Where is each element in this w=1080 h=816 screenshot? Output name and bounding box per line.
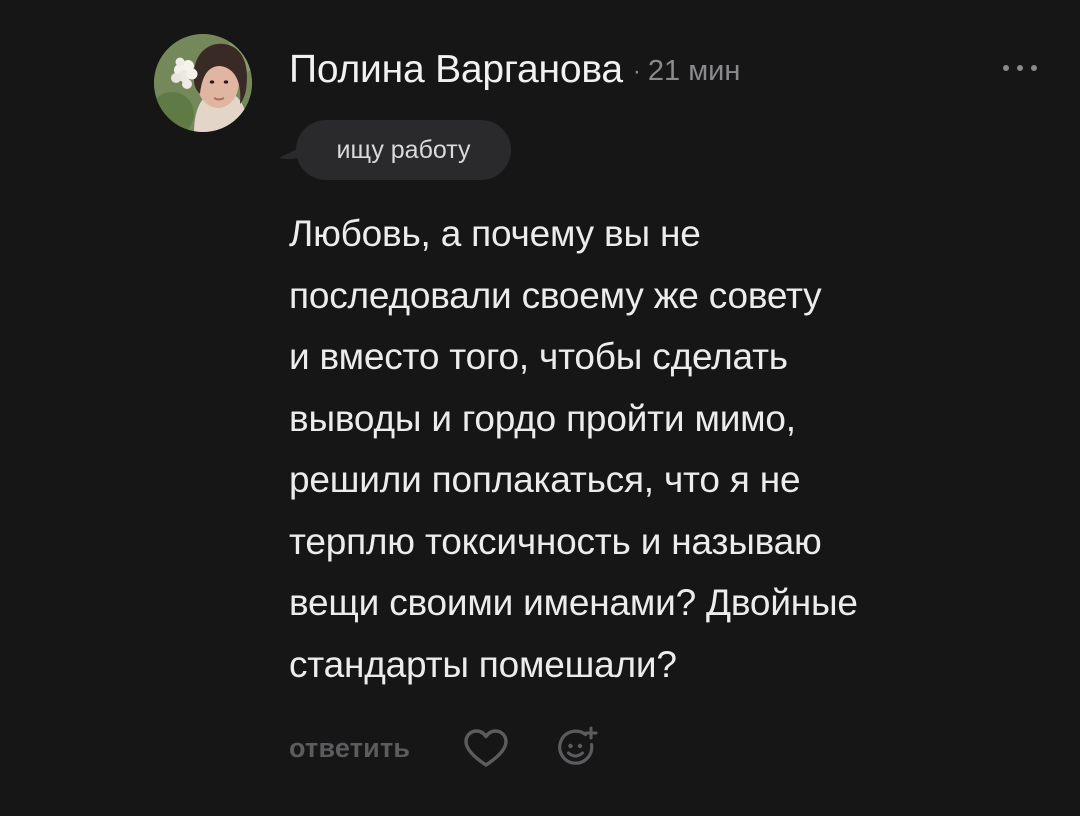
reply-button[interactable]: ответить xyxy=(289,733,410,764)
like-button[interactable] xyxy=(460,726,512,770)
timestamp: 21 мин xyxy=(647,54,741,87)
avatar[interactable] xyxy=(154,34,252,132)
status-badge: ищу работу xyxy=(296,120,511,180)
more-dots-icon xyxy=(1003,65,1037,71)
add-reaction-button[interactable] xyxy=(555,726,599,770)
heart-outline-icon xyxy=(464,729,508,767)
comment-line: терплю токсичность и называю xyxy=(289,520,822,562)
separator-dot: · xyxy=(632,58,641,85)
comment-header: Полина Варганова · 21 мин xyxy=(289,44,740,96)
comment-line: решили поплакаться, что я не xyxy=(289,459,801,500)
comment-line: стандарты помешали? xyxy=(289,643,677,685)
comment-line: Любовь, а почему вы не xyxy=(289,213,701,254)
comment-line: и вместо того, чтобы сделать xyxy=(289,336,788,377)
more-options-button[interactable] xyxy=(996,54,1044,82)
comment-line: выводы и гордо пройти мимо, xyxy=(289,397,796,439)
comment-line: последовали своему же совету xyxy=(289,274,822,316)
author-name[interactable]: Полина Варганова xyxy=(289,48,623,92)
comment-actions: ответить xyxy=(289,718,599,778)
add-emoji-icon xyxy=(558,726,598,765)
comment-text: Любовь, а почему вы не последовали своем… xyxy=(289,203,1009,695)
comment-line: вещи своими именами? Двойные xyxy=(289,582,858,623)
status-text: ищу работу xyxy=(336,135,471,164)
avatar-photo xyxy=(154,34,252,132)
